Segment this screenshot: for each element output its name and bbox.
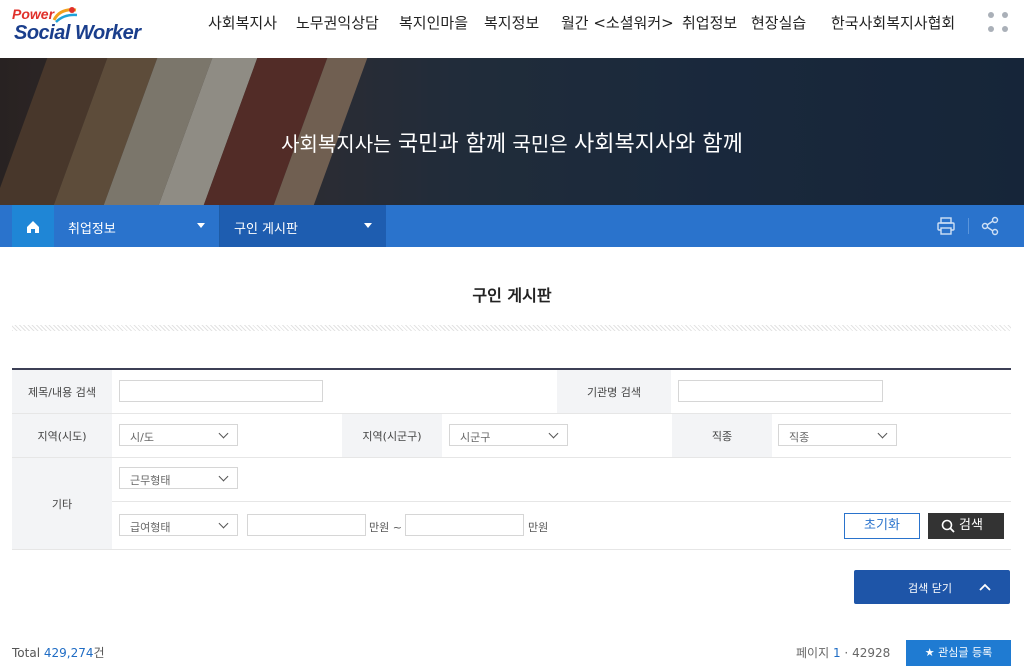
share-icon[interactable]: [980, 216, 1000, 236]
add-favorite-label: 관심글 등록: [938, 646, 993, 659]
close-search-label: 검색 닫기: [908, 582, 952, 595]
caret-down-icon: [364, 223, 372, 228]
search-row-region: 지역(시도) 시/도 지역(시군구) 시군구 직종 직종: [12, 414, 1011, 458]
pay-max-input[interactable]: [405, 514, 524, 536]
total-label: Total: [12, 646, 41, 660]
slogan-part-1: 사회복지사는: [281, 132, 398, 156]
nav-item-field-practice[interactable]: 현장실습: [751, 12, 806, 32]
home-icon: [27, 221, 39, 233]
pay-min-unit: 만원 ~: [369, 521, 402, 534]
slogan-part-4: 사회복지사와 함께: [573, 132, 743, 157]
print-icon[interactable]: [936, 216, 956, 236]
logo-power-text: Power: [12, 6, 55, 22]
star-icon: ★: [924, 646, 935, 659]
current-page: 1: [832, 646, 841, 660]
all-menu-grid-icon[interactable]: [988, 12, 1010, 34]
search-button[interactable]: 검색: [928, 513, 1004, 539]
nav-item-welfare-info[interactable]: 복지정보: [484, 12, 539, 32]
job-type-label: 직종: [672, 414, 772, 457]
title-divider: [12, 325, 1011, 331]
close-search-button[interactable]: 검색 닫기: [854, 570, 1010, 604]
nav-item-social-worker[interactable]: 사회복지사: [208, 12, 277, 32]
search-icon: [941, 519, 955, 533]
slogan-part-3: 국민은: [506, 132, 574, 156]
pay-type-select[interactable]: 급여형태: [119, 514, 238, 536]
region-sido-select[interactable]: 시/도: [119, 424, 238, 446]
hero-banner: 사회복지사는 국민과 함께 국민은 사회복지사와 함께: [0, 58, 1024, 205]
reset-button[interactable]: 초기화: [844, 513, 920, 539]
total-suffix: 건: [93, 646, 105, 660]
etc-label: 기타: [12, 458, 112, 549]
nav-item-association[interactable]: 한국사회복지사협회: [831, 12, 955, 32]
page-title: 구인 게시판: [472, 286, 552, 305]
chevron-down-icon: [218, 428, 229, 439]
site-logo[interactable]: Power Social Worker: [12, 4, 152, 50]
search-form: 제목/내용 검색 기관명 검색 지역(시도) 시/도 지역(시군구) 시군구 직…: [12, 368, 1011, 550]
chevron-down-icon: [877, 428, 888, 439]
work-type-select[interactable]: 근무형태: [119, 467, 238, 489]
org-name-label: 기관명 검색: [557, 370, 671, 413]
location-tools: [930, 205, 1024, 247]
pay-type-value: 급여형태: [130, 521, 171, 534]
location-depth2-dropdown[interactable]: 구인 게시판: [220, 205, 386, 247]
home-button[interactable]: [12, 205, 54, 247]
location-bar: 취업정보 구인 게시판: [0, 205, 1024, 247]
chevron-down-icon: [218, 471, 229, 482]
total-count: 429,274: [43, 646, 94, 660]
nav-item-job-info[interactable]: 취업정보: [682, 12, 737, 32]
banner-slogan: 사회복지사는 국민과 함께 국민은 사회복지사와 함께: [0, 126, 1024, 158]
site-header: Power Social Worker 사회복지사 노무권익상담 복지인마을 복…: [0, 0, 1024, 58]
chevron-up-icon: [979, 583, 991, 591]
job-type-select[interactable]: 직종: [778, 424, 897, 446]
nav-item-welfare-village[interactable]: 복지인마을: [399, 12, 468, 32]
region-sigungu-value: 시군구: [460, 431, 491, 444]
caret-down-icon: [197, 223, 205, 228]
job-type-value: 직종: [789, 431, 810, 444]
org-name-search-input[interactable]: [678, 380, 883, 402]
location-depth1-label: 취업정보: [68, 222, 116, 237]
region-sigungu-label: 지역(시군구): [342, 414, 442, 457]
nav-item-monthly-magazine[interactable]: 월간 <소셜워커>: [561, 12, 674, 32]
slogan-part-2: 국민과 함께: [397, 132, 507, 157]
page-info: 페이지 1 · 42928: [796, 644, 890, 661]
logo-name-text: Social Worker: [14, 22, 141, 44]
total-count-text: Total 429,274건: [12, 644, 105, 661]
page-label: 페이지: [796, 646, 830, 660]
total-pages: 42928: [852, 646, 891, 660]
title-content-label: 제목/내용 검색: [12, 370, 112, 413]
region-sigungu-select[interactable]: 시군구: [449, 424, 568, 446]
pay-max-unit: 만원: [528, 521, 549, 534]
nav-item-labor-counsel[interactable]: 노무권익상담: [296, 12, 379, 32]
search-row-keyword: 제목/내용 검색 기관명 검색: [12, 370, 1011, 414]
work-type-value: 근무형태: [130, 474, 171, 487]
region-sido-value: 시/도: [130, 431, 154, 444]
title-content-search-input[interactable]: [119, 380, 323, 402]
add-favorite-button[interactable]: ★ 관심글 등록: [906, 640, 1011, 666]
pay-min-input[interactable]: [247, 514, 366, 536]
location-depth1-dropdown[interactable]: 취업정보: [54, 205, 220, 247]
chevron-down-icon: [548, 428, 559, 439]
chevron-down-icon: [218, 518, 229, 529]
etc-inner-divider: [112, 501, 1011, 502]
page-divider: ·: [844, 646, 849, 660]
search-button-label: 검색: [959, 518, 983, 533]
region-sido-label: 지역(시도): [12, 414, 112, 457]
location-depth2-label: 구인 게시판: [234, 222, 298, 237]
tools-divider: [968, 218, 969, 234]
